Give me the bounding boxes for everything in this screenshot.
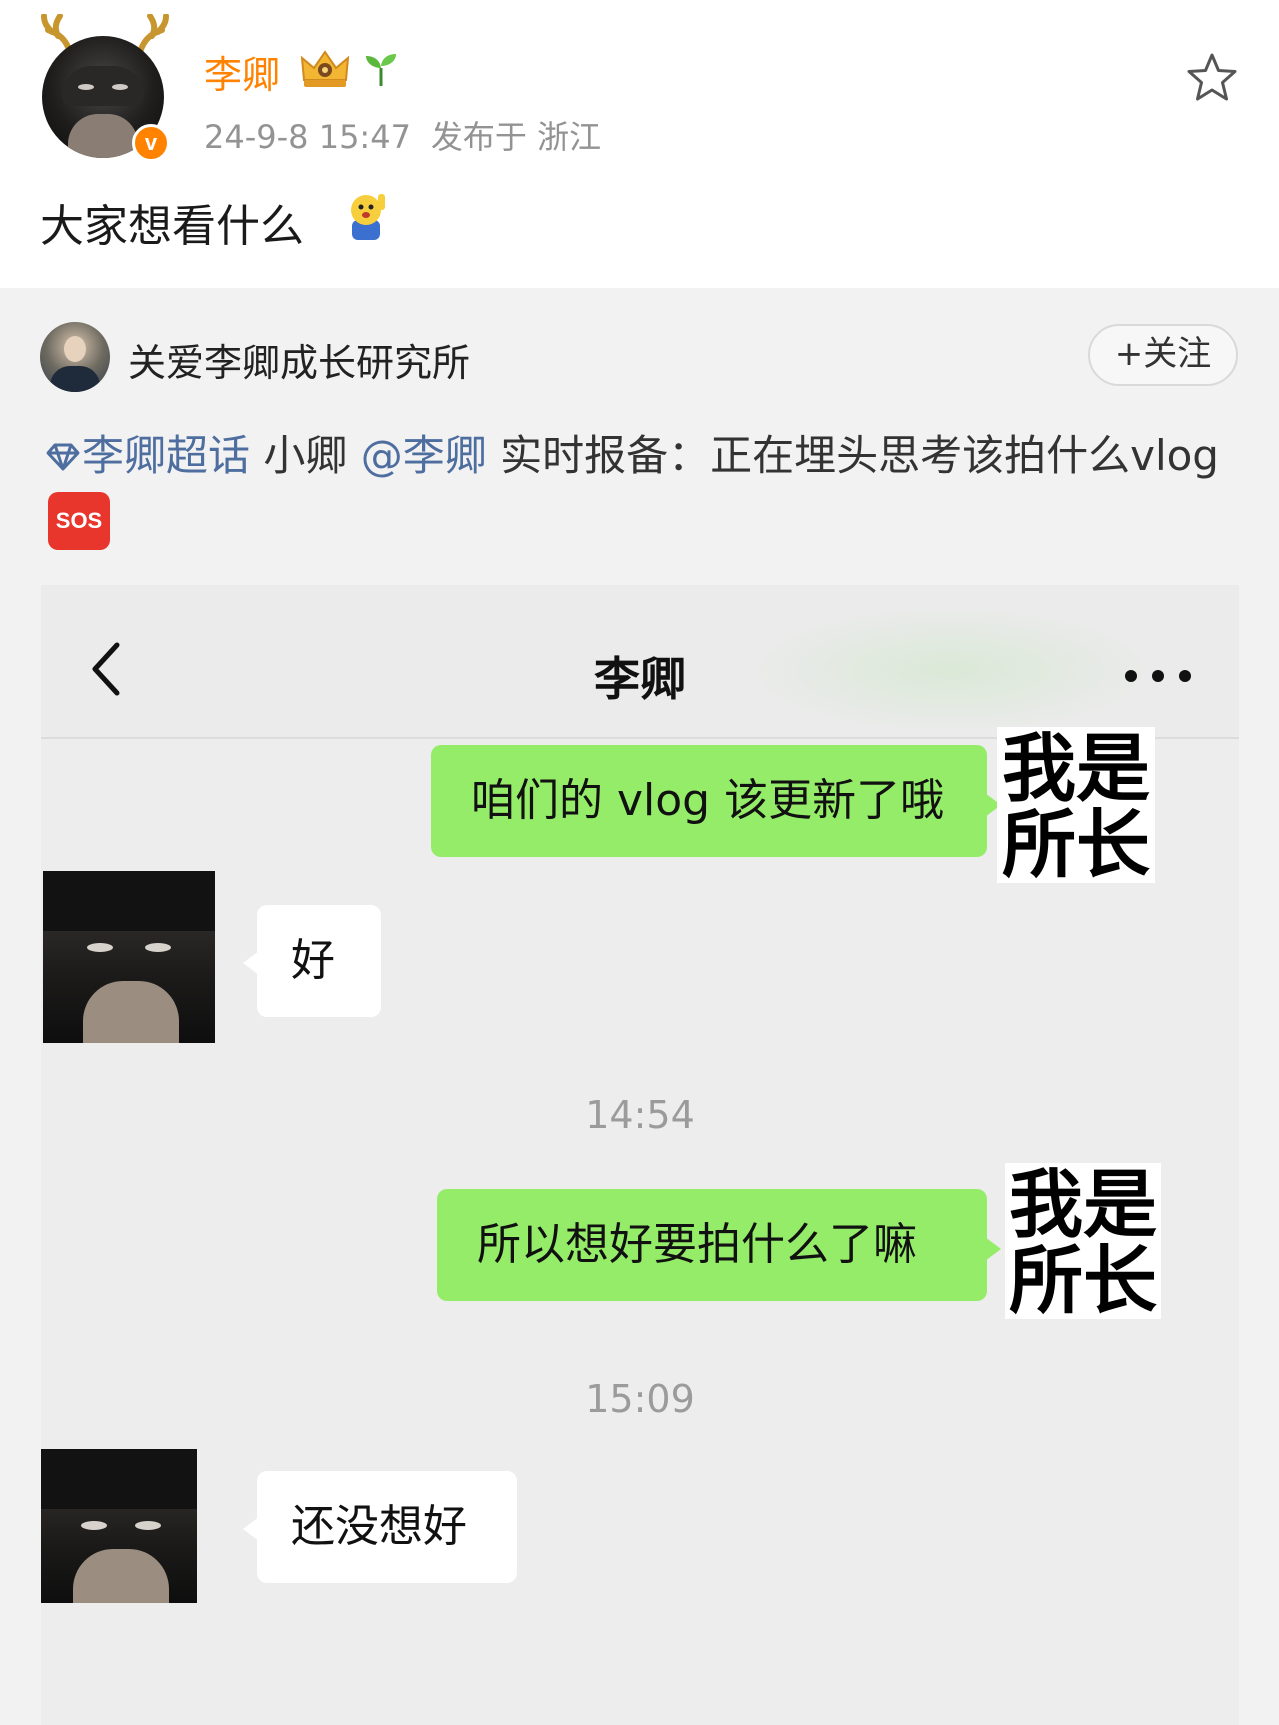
post-timestamp: 24-9-8 15:47 xyxy=(204,118,411,156)
chat-bubble-sent: 所以想好要拍什么了嘛 xyxy=(437,1189,1001,1301)
sos-emoji-icon: SOS xyxy=(48,492,110,550)
author-avatar[interactable]: v xyxy=(38,14,170,162)
crown-icon xyxy=(300,50,350,87)
sticker-image: 我是 所长 xyxy=(1005,1163,1161,1319)
repost-account-avatar[interactable] xyxy=(40,322,110,392)
more-options-icon xyxy=(1125,670,1191,682)
repost-account-name[interactable]: 关爱李卿成长研究所 xyxy=(128,332,470,387)
sticker-line: 所长 xyxy=(1002,802,1150,888)
post-text: 大家想看什么 xyxy=(40,201,304,252)
author-name[interactable]: 李卿 xyxy=(204,44,280,99)
sticker-line: 我是 xyxy=(1009,1162,1157,1248)
post-meta: 24-9-8 15:47 发布于 浙江 xyxy=(204,112,601,158)
reposted-content: 关爱李卿成长研究所 +关注 李卿超话 小卿 @李卿 实时报备：正在埋头思考该拍什… xyxy=(0,288,1279,1725)
follow-button[interactable]: +关注 xyxy=(1088,324,1238,386)
supertopic-link[interactable]: 李卿超话 xyxy=(44,431,250,480)
sprout-icon xyxy=(366,54,396,86)
chat-bubble-received: 还没想好 xyxy=(243,1471,517,1583)
supertopic-diamond-icon xyxy=(46,443,80,471)
contact-avatar xyxy=(41,1449,197,1603)
chat-title: 李卿 xyxy=(594,652,686,706)
chat-timestamp: 14:54 xyxy=(585,1093,695,1137)
sticker-line: 我是 xyxy=(1002,726,1150,812)
repost-text-part1: 小卿 xyxy=(250,431,361,480)
sticker-line: 所长 xyxy=(1009,1238,1157,1324)
verified-badge-icon: v xyxy=(132,124,170,162)
repost-text-part2: 实时报备：正在埋头思考该拍什么vlog xyxy=(486,431,1219,480)
chat-timestamp: 15:09 xyxy=(585,1377,695,1421)
supertopic-label: 李卿超话 xyxy=(82,431,251,480)
repost-text: 李卿超话 小卿 @李卿 实时报备：正在埋头思考该拍什么vlog SOS xyxy=(44,424,1244,552)
weibo-post: v 李卿 24-9-8 15:47 发布于 浙江 大家想看什么 xyxy=(0,0,1279,288)
post-location: 发布于 浙江 xyxy=(430,118,602,156)
chat-header: 李卿 xyxy=(41,585,1239,739)
sticker-image: 我是 所长 xyxy=(997,727,1155,883)
contact-avatar xyxy=(43,871,215,1043)
chat-bubble-sent: 咱们的 vlog 该更新了哦 xyxy=(431,745,1001,857)
star-icon[interactable] xyxy=(1186,52,1238,102)
chat-bubble-received: 好 xyxy=(243,905,381,1017)
mention-link[interactable]: @李卿 xyxy=(361,431,487,480)
waving-emoji-icon xyxy=(351,194,385,240)
chat-screenshot-image[interactable]: 李卿 咱们的 vlog 该更新了哦 我是 所长 好 14:54 所以想好要拍什么… xyxy=(41,585,1239,1725)
